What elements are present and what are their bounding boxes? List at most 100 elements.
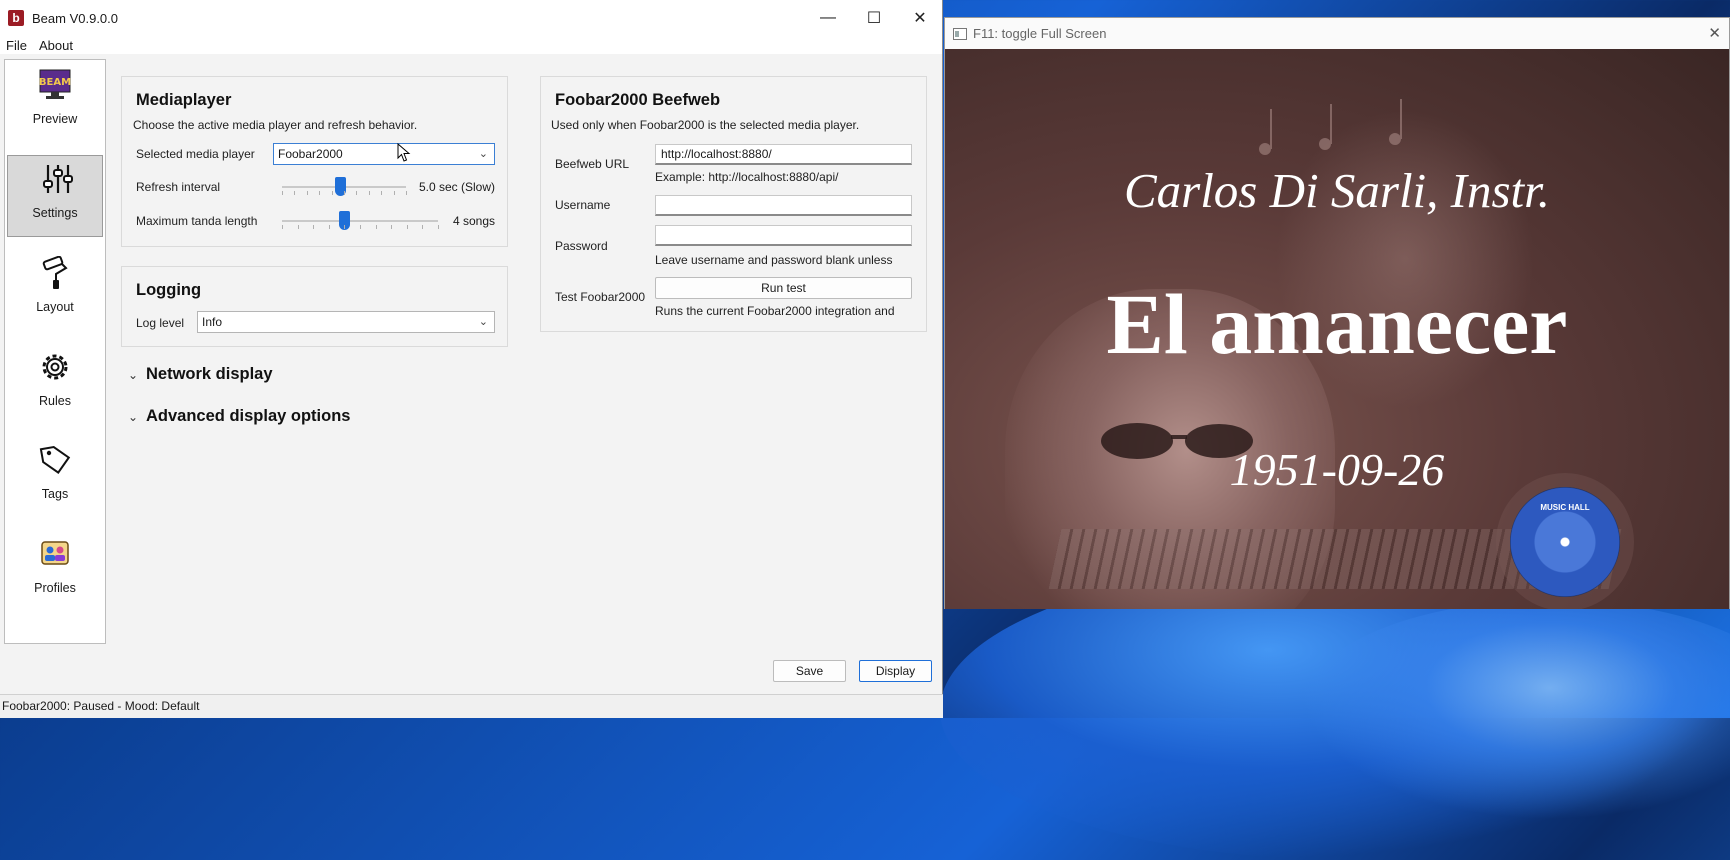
max-tanda-length-slider[interactable] (282, 220, 438, 222)
slider-tick (319, 191, 321, 195)
sidebar-item-tags[interactable]: Tags (5, 437, 105, 519)
sliders-icon (43, 165, 73, 193)
slider-tick (297, 225, 299, 229)
logging-panel: Logging Log level Info ⌄ (121, 266, 508, 347)
maximize-button[interactable]: ☐ (851, 0, 897, 36)
menu-file[interactable]: File (0, 38, 33, 53)
sidebar-item-label: Tags (41, 487, 69, 501)
display-canvas: Carlos Di Sarli, Instr. El amanecer 1951… (945, 49, 1729, 609)
sidebar-item-settings[interactable]: Settings (7, 155, 103, 237)
password-label: Password (555, 239, 608, 253)
logging-heading: Logging (136, 281, 202, 299)
beefweb-description: Used only when Foobar2000 is the selecte… (551, 118, 860, 132)
close-button[interactable]: ✕ (897, 0, 943, 36)
window-icon (953, 27, 967, 40)
sidebar-item-layout[interactable]: Layout (5, 250, 105, 332)
beefweb-url-input[interactable]: http://localhost:8880/ (655, 144, 912, 165)
mediaplayer-heading: Mediaplayer (136, 91, 232, 109)
slider-tick (331, 191, 333, 195)
slider-tick (375, 225, 377, 229)
username-label: Username (555, 198, 611, 212)
mediaplayer-panel: Mediaplayer Choose the active media play… (121, 76, 508, 247)
display-artist: Carlos Di Sarli, Instr. (1123, 163, 1551, 218)
credentials-hint: Leave username and password blank unless (655, 253, 893, 267)
record-label-text: MUSIC HALL (1540, 503, 1590, 512)
test-hint: Runs the current Foobar2000 integration … (655, 304, 895, 318)
menu-bar: File About (0, 36, 942, 54)
slider-tick (306, 191, 308, 195)
slider-tick (282, 191, 283, 195)
mediaplayer-description: Choose the active media player and refre… (133, 118, 418, 132)
log-level-select[interactable]: Info ⌄ (197, 311, 495, 333)
slider-tick (356, 191, 358, 195)
sidebar-item-label: Profiles (34, 581, 76, 595)
refresh-interval-label: Refresh interval (136, 180, 221, 194)
window-title: Beam V0.9.0.0 (32, 10, 118, 26)
beam-logo-icon: BEAM (39, 69, 71, 99)
slider-tick (282, 225, 283, 229)
save-button[interactable]: Save (773, 660, 846, 682)
display-button[interactable]: Display (859, 660, 932, 682)
display-title-bar[interactable]: F11: toggle Full Screen ✕ (945, 18, 1729, 49)
slider-tick (393, 191, 395, 195)
sidebar-item-label: Rules (39, 394, 71, 408)
slider-tick (313, 225, 315, 229)
chevron-down-icon: ⌄ (478, 316, 488, 328)
chevron-down-icon: ⌄ (128, 368, 139, 382)
password-input[interactable] (655, 225, 912, 246)
beam-main-window: b Beam V0.9.0.0 — ☐ ✕ File About BEAM Pr… (0, 0, 943, 718)
test-foobar-label: Test Foobar2000 (555, 290, 646, 304)
paint-roller-icon (42, 256, 68, 289)
beefweb-url-label: Beefweb URL (555, 157, 630, 171)
sidebar-item-label: Layout (36, 300, 74, 314)
selected-media-player-label: Selected media player (136, 147, 255, 161)
sidebar-item-label: Preview (32, 112, 78, 126)
slider-tick (360, 225, 361, 229)
display-window-title: F11: toggle Full Screen (973, 26, 1107, 41)
sidebar: BEAM Preview Settings Layout Rules Tags … (4, 59, 106, 644)
svg-text:BEAM: BEAM (39, 77, 71, 88)
advanced-display-options-heading: Advanced display options (146, 407, 351, 425)
slider-tick (422, 225, 424, 229)
slider-tick (406, 225, 408, 229)
display-close-button[interactable]: ✕ (1708, 24, 1721, 42)
slider-tick (381, 191, 383, 195)
vinyl-record-label-icon: MUSIC HALL (1510, 487, 1620, 597)
sidebar-item-preview[interactable]: BEAM Preview (5, 62, 105, 144)
title-bar[interactable]: b Beam V0.9.0.0 — ☐ ✕ (0, 0, 942, 36)
beefweb-url-example: Example: http://localhost:8880/api/ (655, 170, 839, 184)
slider-tick (438, 225, 439, 229)
display-year: 1951-09-26 (1229, 444, 1445, 495)
network-display-heading: Network display (146, 365, 273, 383)
log-level-label: Log level (136, 316, 185, 330)
sidebar-item-rules[interactable]: Rules (5, 344, 105, 426)
mouse-cursor-icon (397, 143, 411, 162)
beefweb-heading: Foobar2000 Beefweb (555, 91, 721, 109)
media-player-select-value: Foobar2000 (278, 147, 343, 161)
status-bar: Foobar2000: Paused - Mood: Default (0, 694, 943, 718)
slider-tick (391, 225, 393, 229)
max-tanda-length-value: 4 songs (452, 214, 495, 228)
media-player-select[interactable]: Foobar2000 ⌄ (273, 143, 495, 165)
profiles-icon (41, 541, 69, 565)
slider-tick (294, 191, 296, 195)
gear-icon (42, 354, 68, 380)
beefweb-panel: Foobar2000 Beefweb Used only when Foobar… (540, 76, 927, 332)
chevron-down-icon: ⌄ (478, 148, 488, 160)
sidebar-item-profiles[interactable]: Profiles (5, 531, 105, 613)
run-test-button[interactable]: Run test (655, 277, 912, 299)
menu-about[interactable]: About (33, 38, 79, 53)
slider-tick (328, 225, 330, 229)
refresh-interval-value: 5.0 sec (Slow) (418, 180, 495, 194)
log-level-select-value: Info (202, 315, 223, 329)
sidebar-item-label: Settings (32, 206, 78, 220)
beam-app-icon: b (8, 10, 24, 26)
chevron-down-icon: ⌄ (128, 410, 139, 424)
max-tanda-length-label: Maximum tanda length (136, 214, 258, 228)
slider-tick (344, 191, 345, 195)
username-input[interactable] (655, 195, 912, 216)
slider-tick (368, 191, 370, 195)
minimize-button[interactable]: — (805, 0, 851, 36)
tag-icon (39, 445, 71, 475)
display-song-title: El amanecer (1106, 276, 1568, 372)
